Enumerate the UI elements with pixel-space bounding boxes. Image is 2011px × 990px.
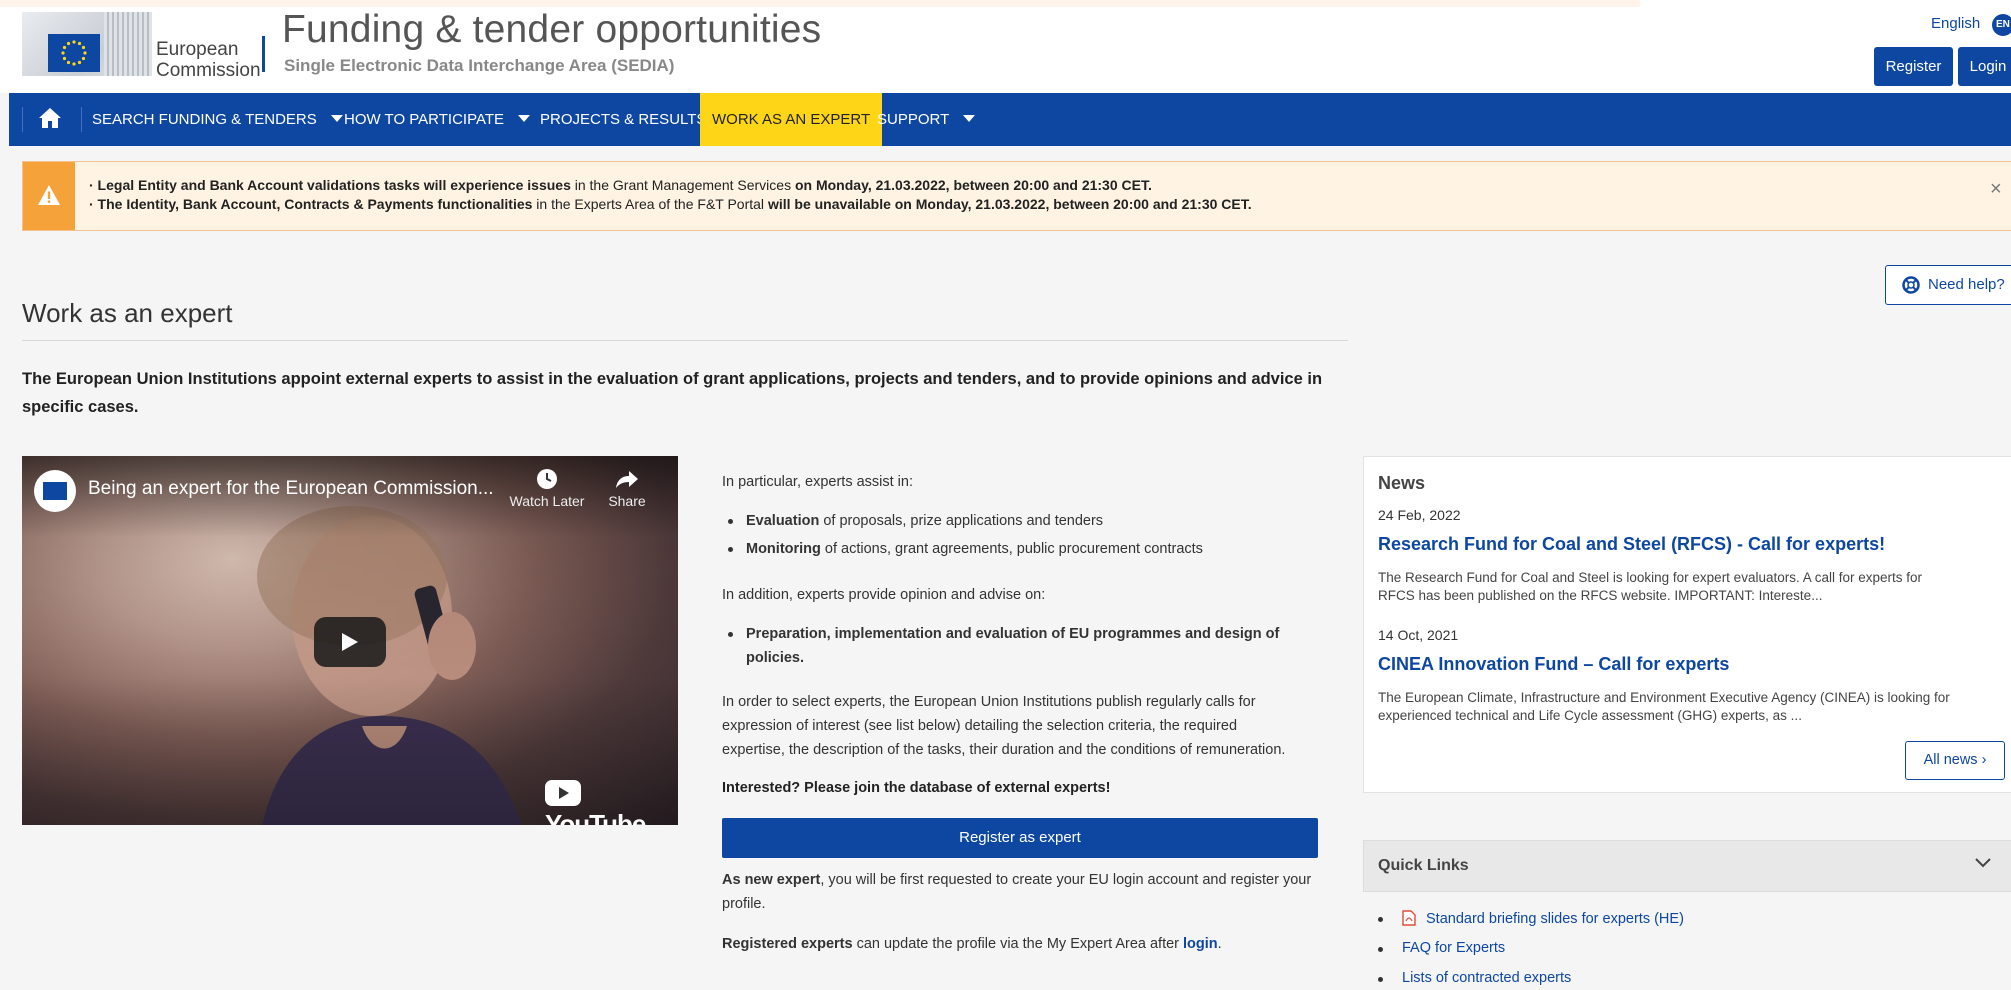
nav-work-as-an-expert[interactable]: WORK AS AN EXPERT — [700, 93, 883, 146]
warning-icon — [38, 185, 60, 205]
list-item: Preparation, implementation and evaluati… — [722, 622, 1279, 670]
info-paragraph: In order to select experts, the European… — [722, 694, 1286, 758]
portal-title[interactable]: Funding & tender opportunities — [282, 8, 821, 52]
registered-expert-note: Registered experts can update the profil… — [722, 936, 1222, 952]
news-title-link[interactable]: CINEA Innovation Fund – Call for experts — [1378, 654, 1729, 675]
ec-org-name: European Commission — [156, 39, 261, 81]
nav-support[interactable]: SUPPORT — [877, 93, 976, 146]
ec-org-name-line2: Commission — [156, 60, 261, 81]
video-title[interactable]: Being an expert for the European Commiss… — [88, 478, 494, 500]
european-commission-logo[interactable]: European Commission — [22, 12, 262, 81]
youtube-video-player[interactable]: Being an expert for the European Commiss… — [22, 456, 678, 825]
nav-how-to-participate[interactable]: HOW TO PARTICIPATE — [344, 93, 531, 146]
need-help-button[interactable]: Need help? — [1885, 265, 2011, 305]
home-icon[interactable] — [38, 107, 62, 134]
share-button[interactable]: Share — [602, 468, 652, 509]
login-link[interactable]: login — [1183, 936, 1218, 952]
nav-item-label: PROJECTS & RESULTS — [540, 111, 707, 128]
page-title: Work as an expert — [22, 298, 233, 328]
caret-down-icon — [963, 114, 976, 122]
news-excerpt: The Research Fund for Coal and Steel is … — [1378, 570, 1923, 603]
caret-down-icon — [330, 114, 343, 122]
alert-message-line-1: · Legal Entity and Bank Account validati… — [89, 177, 1152, 193]
ec-org-name-line1: European — [156, 39, 239, 60]
info-paragraph: In particular, experts assist in: — [722, 474, 913, 490]
watch-later-button[interactable]: Watch Later — [502, 468, 592, 509]
nav-item-label: SUPPORT — [877, 111, 950, 128]
caret-down-icon — [518, 114, 531, 122]
header-top-strip — [0, 0, 1640, 7]
ec-logo-graphic — [22, 12, 152, 76]
login-button[interactable]: Login — [1958, 47, 2011, 86]
list-item: Monitoring of actions, grant agreements,… — [722, 537, 1203, 561]
portal-subtitle: Single Electronic Data Interchange Area … — [284, 56, 675, 75]
interested-callout: Interested? Please join the database of … — [722, 780, 1111, 796]
channel-avatar[interactable] — [34, 470, 76, 512]
nav-item-label: SEARCH FUNDING & TENDERS — [92, 111, 317, 128]
language-selector[interactable]: English — [1931, 15, 1980, 32]
news-panel: News 24 Feb, 2022 Research Fund for Coal… — [1363, 456, 2011, 793]
chevron-down-icon — [1975, 858, 1991, 868]
main-navigation: SEARCH FUNDING & TENDERS HOW TO PARTICIP… — [9, 93, 2011, 146]
nav-separator — [81, 107, 82, 132]
new-expert-note: As new expert, you will be first request… — [722, 872, 1312, 912]
need-help-label: Need help? — [1928, 276, 2005, 293]
register-button[interactable]: Register — [1874, 47, 1953, 86]
site-header: European Commission Funding & tender opp… — [0, 0, 2011, 93]
quick-link-contracted-experts[interactable]: Lists of contracted experts — [1378, 970, 1571, 986]
news-excerpt: The European Climate, Infrastructure and… — [1378, 690, 1950, 723]
language-code-badge[interactable]: EN — [1992, 14, 2011, 36]
youtube-icon — [545, 780, 581, 806]
alert-icon-panel — [23, 162, 75, 230]
quick-links-title: Quick Links — [1378, 857, 1469, 874]
youtube-logo[interactable]: YouTube — [545, 778, 678, 825]
quick-link-faq-experts[interactable]: FAQ for Experts — [1378, 940, 1505, 956]
pdf-icon — [1402, 910, 1416, 926]
nav-item-label: HOW TO PARTICIPATE — [344, 111, 505, 128]
quick-links-toggle[interactable]: Quick Links — [1363, 840, 2011, 892]
nav-search-funding-tenders[interactable]: SEARCH FUNDING & TENDERS — [92, 93, 343, 146]
news-date: 24 Feb, 2022 — [1378, 507, 1461, 523]
quick-link-briefing-slides[interactable]: Standard briefing slides for experts (HE… — [1378, 910, 1684, 927]
intro-paragraph: The European Union Institutions appoint … — [22, 370, 1323, 416]
play-button[interactable] — [314, 617, 386, 667]
nav-projects-results[interactable]: PROJECTS & RESULTS — [540, 93, 706, 146]
alert-message-line-2: · The Identity, Bank Account, Contracts … — [89, 196, 1252, 212]
eu-flag-icon — [48, 34, 100, 72]
news-heading: News — [1378, 473, 1426, 493]
all-news-button[interactable]: All news › — [1905, 741, 2005, 780]
play-icon — [342, 633, 358, 651]
nav-separator — [22, 107, 23, 132]
register-as-expert-button[interactable]: Register as expert — [722, 818, 1318, 858]
news-date: 14 Oct, 2021 — [1378, 627, 1459, 643]
lifebuoy-icon — [1902, 276, 1920, 294]
share-label: Share — [608, 493, 646, 509]
header-divider — [262, 36, 265, 72]
maintenance-alert: · Legal Entity and Bank Account validati… — [22, 161, 2011, 231]
clock-icon — [537, 469, 557, 489]
share-icon — [616, 471, 638, 488]
close-icon[interactable]: × — [1990, 178, 2002, 201]
list-item: Evaluation of proposals, prize applicati… — [722, 509, 1103, 533]
nav-item-label: WORK AS AN EXPERT — [712, 111, 871, 128]
title-divider — [22, 340, 1348, 341]
watch-later-label: Watch Later — [509, 493, 585, 509]
news-title-link[interactable]: Research Fund for Coal and Steel (RFCS) … — [1378, 534, 1885, 555]
info-paragraph: In addition, experts provide opinion and… — [722, 587, 1046, 603]
